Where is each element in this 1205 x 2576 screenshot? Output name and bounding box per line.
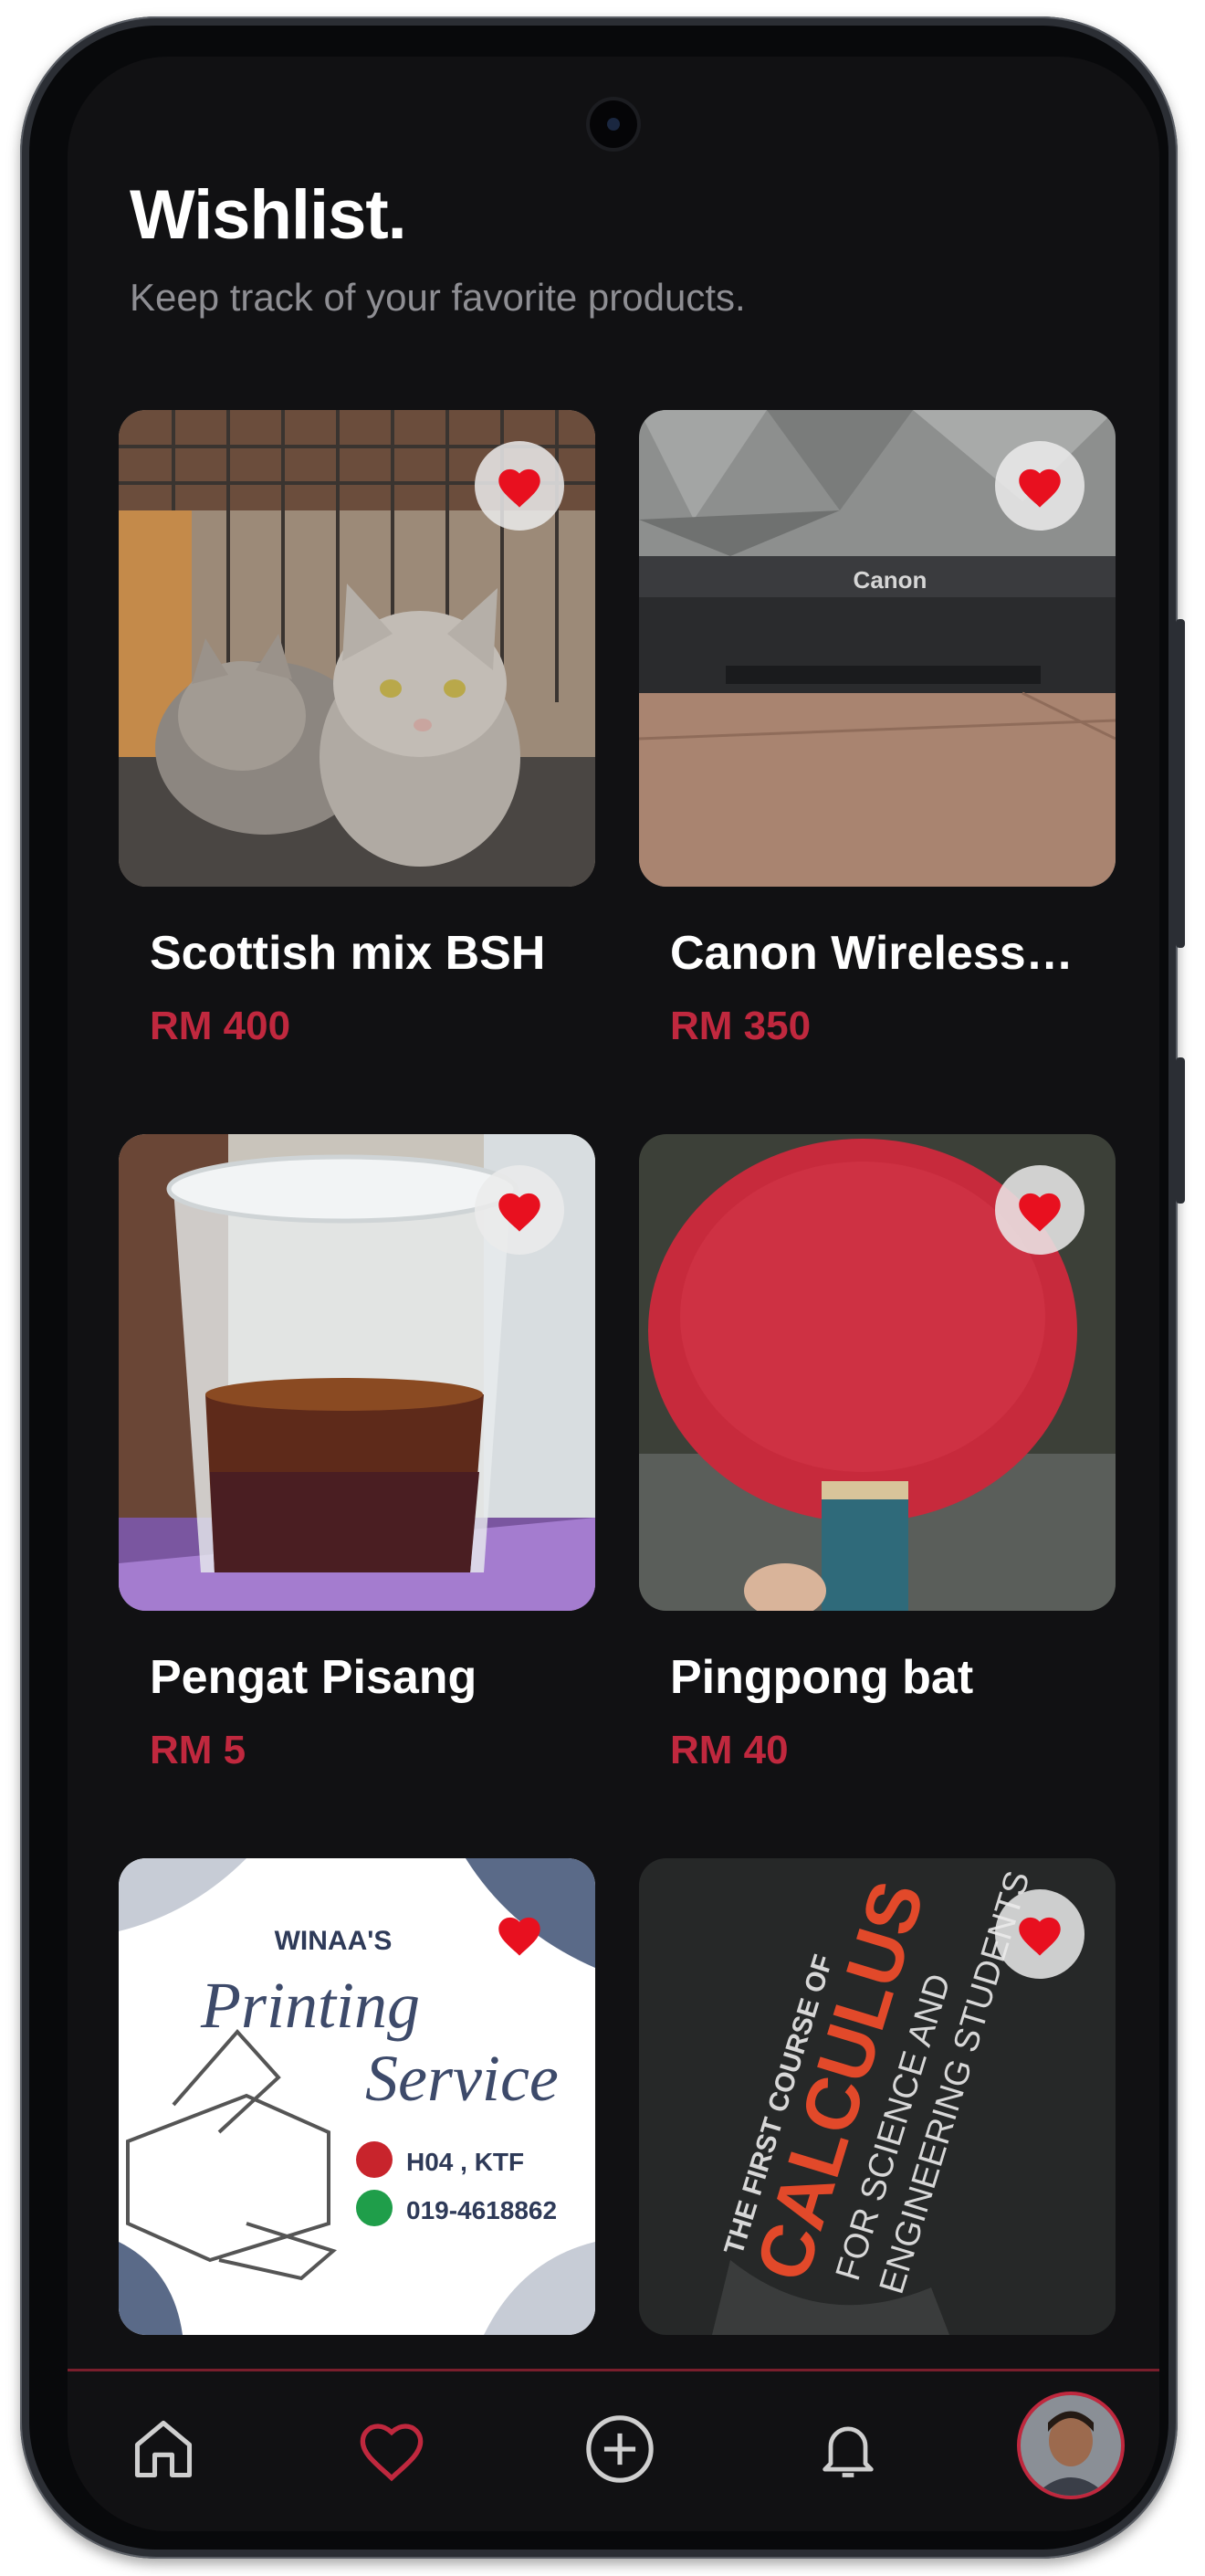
side-button xyxy=(1176,1057,1185,1204)
product-image[interactable] xyxy=(119,1134,595,1611)
heart-filled-icon xyxy=(1019,468,1061,508)
nav-notifications-button[interactable] xyxy=(807,2408,889,2490)
poster-brand: WINAA'S xyxy=(275,1926,393,1956)
wishlist-toggle-button[interactable] xyxy=(995,441,1084,531)
svg-text:Canon: Canon xyxy=(854,566,927,594)
wishlist-toggle-button[interactable] xyxy=(475,1165,564,1255)
heart-filled-icon xyxy=(1019,1917,1061,1956)
wishlist-toggle-button[interactable] xyxy=(475,1889,564,1979)
product-name[interactable]: Pingpong bat xyxy=(670,1650,973,1705)
nav-add-button[interactable] xyxy=(579,2408,661,2490)
product-card[interactable]: THE FIRST COURSE OF CALCULUS FOR SCIENCE… xyxy=(639,1858,1116,2335)
heart-filled-icon xyxy=(498,1917,540,1956)
product-price: RM 400 xyxy=(150,1004,291,1048)
product-image[interactable]: THE FIRST COURSE OF CALCULUS FOR SCIENCE… xyxy=(639,1858,1116,2335)
product-card[interactable]: Pengat Pisang RM 5 xyxy=(119,1134,595,1772)
wishlist-toggle-button[interactable] xyxy=(475,441,564,531)
bell-icon xyxy=(823,2426,874,2477)
product-image[interactable] xyxy=(119,410,595,887)
product-image[interactable]: Canon xyxy=(639,410,1116,887)
poster-phone: 019-4618862 xyxy=(406,2196,557,2224)
nav-home-button[interactable] xyxy=(122,2408,204,2490)
wishlist-toggle-button[interactable] xyxy=(995,1165,1084,1255)
home-icon xyxy=(134,2420,193,2478)
add-icon xyxy=(586,2415,654,2483)
product-card[interactable]: Pingpong bat RM 40 xyxy=(639,1134,1116,1772)
wishlist-toggle-button[interactable] xyxy=(995,1889,1084,1979)
heart-icon xyxy=(360,2424,424,2482)
product-name[interactable]: Scottish mix BSH xyxy=(150,926,545,981)
product-price: RM 350 xyxy=(670,1004,812,1048)
nav-wishlist-button[interactable] xyxy=(351,2408,433,2490)
heart-filled-icon xyxy=(498,1193,540,1232)
product-image[interactable]: WINAA'S Printing Service H04 , KTF 019-4… xyxy=(119,1858,595,2335)
poster-line1: Printing xyxy=(200,1969,420,2042)
heart-filled-icon xyxy=(1019,1193,1061,1232)
page-title: Wishlist. xyxy=(130,176,407,254)
product-image[interactable] xyxy=(639,1134,1116,1611)
avatar-photo xyxy=(1021,2395,1121,2496)
product-card[interactable]: Canon Canon Wireless… RM 350 xyxy=(639,410,1116,1048)
bottom-navigation xyxy=(68,2369,1159,2531)
heart-filled-icon xyxy=(498,468,540,508)
product-price: RM 40 xyxy=(670,1728,789,1772)
nav-profile-avatar[interactable] xyxy=(1017,2392,1125,2499)
poster-location: H04 , KTF xyxy=(406,2148,524,2176)
product-name[interactable]: Canon Wireless… xyxy=(670,926,1074,981)
product-name[interactable]: Pengat Pisang xyxy=(150,1650,477,1705)
product-price: RM 5 xyxy=(150,1728,246,1772)
product-card[interactable]: WINAA'S Printing Service H04 , KTF 019-4… xyxy=(119,1858,595,2335)
side-button xyxy=(1176,619,1185,948)
phone-frame: Wishlist. Keep track of your favorite pr… xyxy=(20,16,1185,2559)
poster-line2: Service xyxy=(365,2042,559,2115)
page-subtitle: Keep track of your favorite products. xyxy=(130,276,746,319)
product-card[interactable]: Scottish mix BSH RM 400 xyxy=(119,410,595,1048)
front-camera xyxy=(590,100,637,148)
app-screen: Wishlist. Keep track of your favorite pr… xyxy=(68,57,1159,2531)
